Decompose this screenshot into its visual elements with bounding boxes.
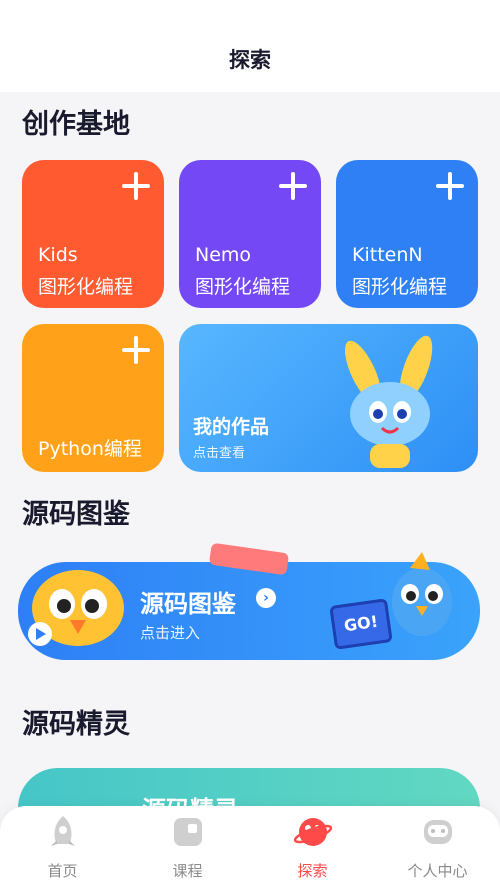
source-book-banner[interactable]: 源码图鉴 › 点击进入 GO!	[18, 542, 480, 660]
section-title-source-book: 源码图鉴	[22, 499, 130, 530]
python-card-title: Python编程	[38, 438, 142, 460]
robot-icon	[424, 820, 452, 844]
source-book-title: 源码图鉴	[140, 590, 236, 618]
python-card[interactable]: Python编程	[22, 324, 164, 472]
plus-icon	[436, 172, 464, 200]
nemo-card-title: Nemo	[195, 244, 252, 266]
book-icon	[174, 818, 202, 846]
chevron-right-icon: ›	[256, 588, 276, 608]
tab-profile[interactable]: 个人中心	[375, 806, 500, 888]
kitten-card[interactable]: KittenN 图形化编程	[336, 160, 478, 308]
my-works-subtitle: 点击查看	[193, 446, 246, 461]
tab-profile-label: 个人中心	[407, 862, 468, 880]
plus-icon	[122, 172, 150, 200]
kids-card-subtitle: 图形化编程	[38, 276, 134, 298]
source-book-subtitle: 点击进入	[140, 624, 201, 642]
rocket-icon	[51, 816, 75, 846]
plus-icon	[279, 172, 307, 200]
section-title-source-spirit: 源码精灵	[22, 709, 130, 740]
my-works-title: 我的作品	[193, 416, 270, 438]
page-title: 探索	[229, 48, 271, 72]
blue-bird-mascot-icon	[392, 552, 452, 636]
bird-mascot-icon	[28, 570, 124, 646]
kids-card-title: Kids	[38, 244, 78, 266]
kitten-card-subtitle: 图形化编程	[352, 276, 448, 298]
tab-courses-label: 课程	[172, 862, 203, 880]
my-works-card[interactable]: 我的作品 点击查看	[179, 324, 478, 472]
plus-icon	[122, 336, 150, 364]
pencil-decoration-icon	[208, 542, 290, 576]
nemo-card[interactable]: Nemo 图形化编程	[179, 160, 321, 308]
tab-home-label: 首页	[47, 862, 78, 880]
planet-icon	[293, 818, 333, 846]
nemo-card-subtitle: 图形化编程	[195, 276, 291, 298]
kitten-card-title: KittenN	[352, 244, 423, 266]
tab-home[interactable]: 首页	[0, 806, 125, 888]
app-header: 探索	[0, 0, 500, 92]
tab-explore-label: 探索	[297, 862, 328, 880]
section-title-creation: 创作基地	[22, 109, 130, 140]
bunny-mascot-icon	[344, 335, 433, 468]
tab-courses[interactable]: 课程	[125, 806, 250, 888]
bottom-tab-bar: 首页 课程 探索 个人中心	[0, 806, 500, 888]
tab-explore[interactable]: 探索	[250, 806, 375, 888]
kids-card[interactable]: Kids 图形化编程	[22, 160, 164, 308]
